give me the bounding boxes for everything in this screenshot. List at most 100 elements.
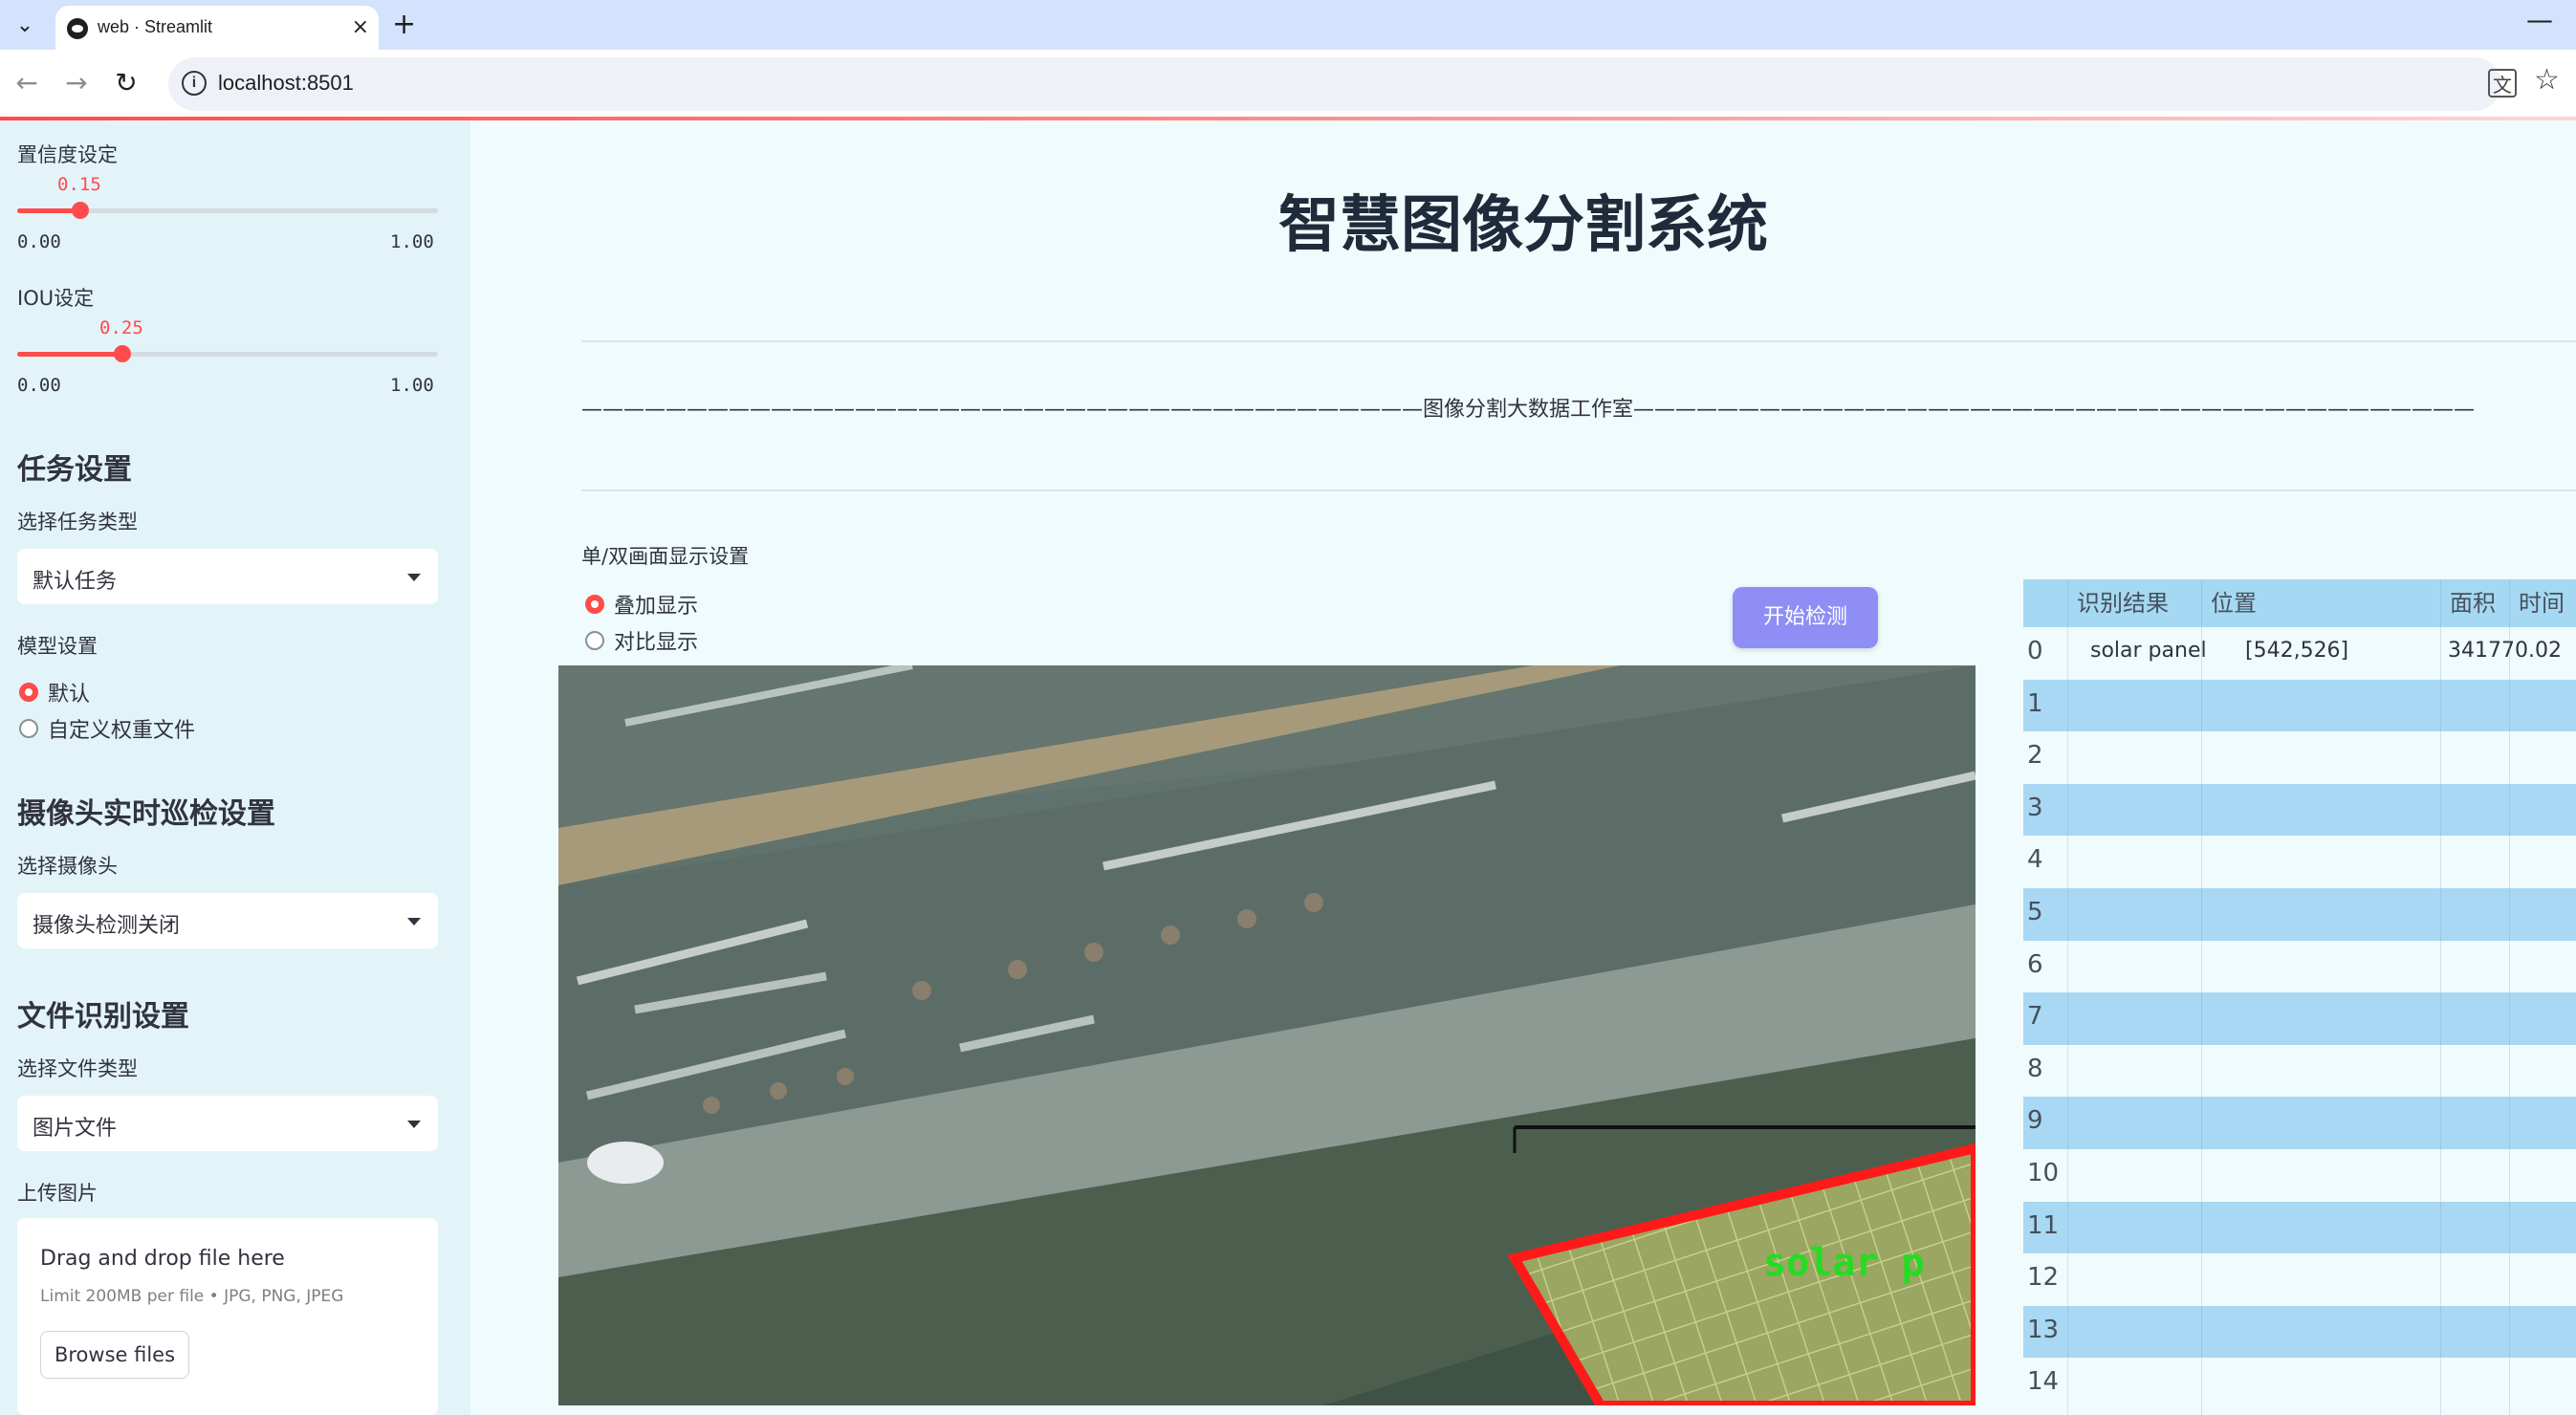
tab-close-icon[interactable]: × [352,15,369,39]
upload-label: 上传图片 [17,1182,98,1205]
back-arrow-icon[interactable]: ← [8,63,46,101]
result-table: 识别结果 位置 面积 时间 0 solar panel [542,526] 34177… [2023,579,2576,1415]
display-mode-label: 单/双画面显示设置 [581,545,750,568]
divider [581,490,2576,491]
row-index: 4 [2027,845,2043,875]
result-image: solar p [558,665,1976,1405]
table-row[interactable]: 6 [2023,941,2576,993]
aerial-photo: solar p [558,665,1976,1405]
iou-slider[interactable] [17,345,438,362]
row-index: 9 [2027,1106,2043,1136]
cell-area: 34177 [2448,639,2515,663]
file-settings-heading: 文件识别设置 [17,1000,189,1034]
tab-search-chevron-icon[interactable]: ⌄ [10,10,40,40]
drop-title: Drag and drop file here [40,1247,285,1271]
row-index: 14 [2027,1367,2060,1397]
bookmark-star-icon[interactable]: ☆ [2534,63,2560,97]
model-radio-default[interactable]: 默认 [19,677,90,708]
task-type-select[interactable]: 默认任务 [17,549,438,604]
table-row[interactable]: 9 [2023,1097,2576,1149]
iou-slider-fill [17,352,122,357]
file-uploader-dropzone[interactable]: Drag and drop file here Limit 200MB per … [17,1218,438,1415]
iou-min: 0.00 [17,375,61,396]
display-radio-compare[interactable]: 对比显示 [585,625,698,656]
browser-tab-strip: ⌄ web · Streamlit × + — [0,0,2576,50]
row-index: 8 [2027,1054,2043,1083]
streamlit-favicon-icon [67,18,88,39]
chevron-down-icon [407,574,421,581]
row-index: 2 [2027,741,2043,771]
browse-files-button[interactable]: Browse files [40,1331,189,1379]
confidence-label: 置信度设定 [17,143,118,166]
table-row[interactable]: 8 [2023,1045,2576,1098]
model-settings-label: 模型设置 [17,635,98,658]
task-type-value: 默认任务 [33,570,118,594]
row-index: 11 [2027,1210,2060,1240]
column-divider [2201,579,2202,1415]
row-index: 6 [2027,949,2043,979]
address-bar[interactable]: i localhost:8501 [168,57,2501,111]
radio-unselected-icon [19,719,38,738]
table-row[interactable]: 2 [2023,731,2576,784]
col-header-result: 识别结果 [2077,590,2169,617]
table-row[interactable]: 14 [2023,1358,2576,1410]
drop-limit: Limit 200MB per file • JPG, PNG, JPEG [40,1287,344,1306]
row-index: 12 [2027,1263,2060,1293]
iou-max: 1.00 [390,375,434,396]
row-index: 7 [2027,1002,2043,1032]
display-radio-overlay[interactable]: 叠加显示 [585,589,698,620]
studio-banner: ————————————————————————————————————————… [581,398,2476,422]
table-row[interactable]: 12 [2023,1253,2576,1306]
table-row[interactable]: 7 [2023,992,2576,1045]
translate-icon[interactable]: 文 [2488,69,2517,98]
site-info-icon[interactable]: i [182,71,207,96]
col-header-position: 位置 [2211,590,2257,617]
divider [581,340,2576,342]
file-type-label: 选择文件类型 [17,1057,138,1080]
row-index: 5 [2027,898,2043,926]
row-index: 3 [2027,793,2043,822]
column-divider [2067,579,2068,1415]
camera-select[interactable]: 摄像头检测关闭 [17,893,438,948]
table-row[interactable]: 5 [2023,888,2576,941]
table-row[interactable]: 3 [2023,783,2576,837]
window-minimize-button[interactable]: — [2526,4,2553,35]
camera-select-label: 选择摄像头 [17,855,118,878]
forward-arrow-icon[interactable]: → [57,63,96,101]
model-option-label: 自定义权重文件 [48,719,196,743]
reload-icon[interactable]: ↻ [107,63,145,101]
start-detection-button[interactable]: 开始检测 [1733,587,1878,648]
chevron-down-icon [407,1121,421,1128]
column-divider [2440,579,2441,1415]
model-option-label: 默认 [48,683,91,707]
iou-slider-thumb[interactable] [114,345,131,362]
column-divider [2509,579,2510,1415]
file-type-value: 图片文件 [33,1117,118,1141]
iou-label: IOU设定 [17,287,95,310]
table-row[interactable]: 11 [2023,1201,2576,1254]
tab-title: web · Streamlit [98,17,213,36]
browser-tab[interactable]: web · Streamlit × [55,6,379,50]
table-row[interactable]: 10 [2023,1149,2576,1202]
camera-select-value: 摄像头检测关闭 [33,914,181,938]
radio-selected-icon [585,595,604,614]
display-option-label: 叠加显示 [614,595,699,619]
file-type-select[interactable]: 图片文件 [17,1096,438,1151]
browser-toolbar: ← → ↻ i localhost:8501 文 ☆ [0,50,2576,119]
new-tab-button[interactable]: + [392,8,416,41]
col-header-time: 时间 [2519,590,2565,617]
iou-value: 0.25 [99,317,143,338]
url-text[interactable]: localhost:8501 [218,71,354,96]
mask-label: solar p [1763,1241,1925,1285]
table-row[interactable]: 0 solar panel [542,526] 34177 0.02 [2023,627,2576,680]
radio-selected-icon [19,683,38,702]
cell-time: 0.02 [2515,639,2562,663]
table-row[interactable]: 1 [2023,679,2576,732]
model-radio-custom[interactable]: 自定义权重文件 [19,713,195,744]
task-type-label: 选择任务类型 [17,511,138,533]
row-index: 1 [2027,688,2043,718]
table-row[interactable]: 4 [2023,836,2576,888]
chevron-down-icon [407,918,421,925]
table-row[interactable]: 13 [2023,1305,2576,1359]
task-settings-heading: 任务设置 [17,453,132,487]
